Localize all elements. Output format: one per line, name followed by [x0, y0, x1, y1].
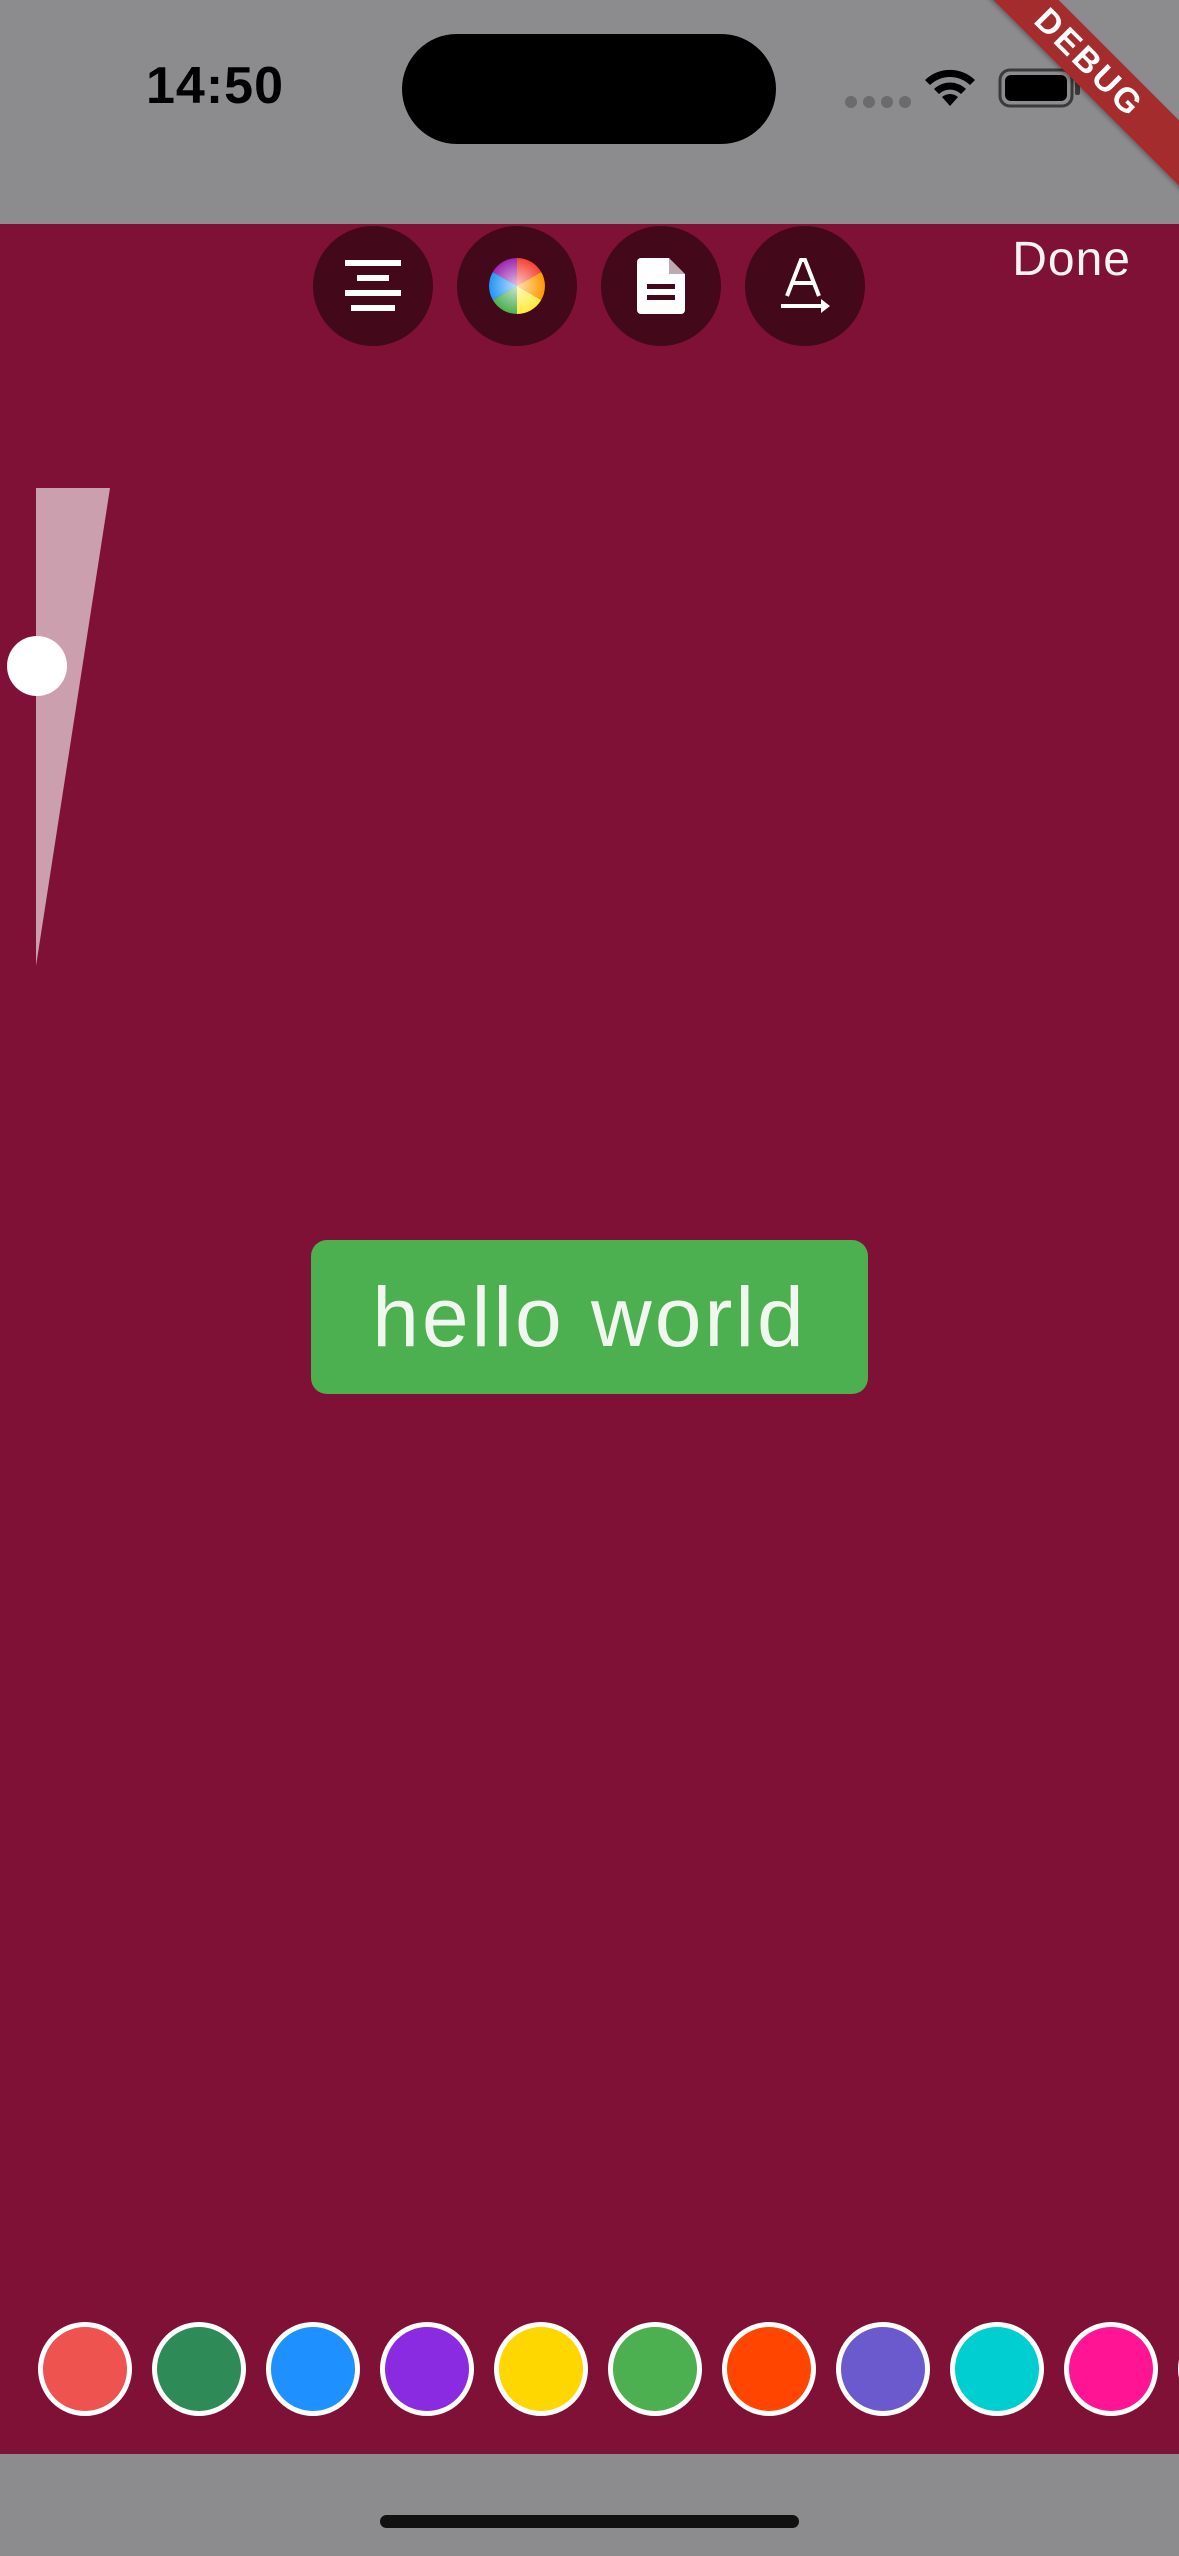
- cellular-signal-icon: [845, 96, 911, 108]
- color-swatch[interactable]: [836, 2322, 930, 2416]
- color-swatch[interactable]: [380, 2322, 474, 2416]
- font-size-slider[interactable]: [0, 488, 120, 1088]
- home-indicator[interactable]: [380, 2515, 799, 2528]
- color-palette: [0, 2318, 1179, 2418]
- color-swatch[interactable]: [152, 2322, 246, 2416]
- dynamic-island: [402, 34, 776, 144]
- status-bar: 14:50 DEBUG: [0, 0, 1179, 224]
- text-element[interactable]: hello world: [311, 1240, 868, 1394]
- text-align-button[interactable]: [313, 226, 433, 346]
- wifi-icon: [925, 69, 975, 106]
- font-size-slider-track: [36, 488, 110, 966]
- document-icon: [637, 258, 685, 314]
- status-time: 14:50: [146, 57, 284, 115]
- color-swatch[interactable]: [38, 2322, 132, 2416]
- align-center-icon: [345, 260, 401, 311]
- text-background-button[interactable]: [601, 226, 721, 346]
- color-swatch[interactable]: [1064, 2322, 1158, 2416]
- color-swatch[interactable]: [608, 2322, 702, 2416]
- color-swatch[interactable]: [950, 2322, 1044, 2416]
- color-wheel-icon: [489, 258, 545, 314]
- color-swatch[interactable]: [494, 2322, 588, 2416]
- screen: 14:50 DEBUG Done hello world: [0, 0, 1179, 2556]
- color-swatch[interactable]: [266, 2322, 360, 2416]
- done-button[interactable]: Done: [1012, 232, 1131, 287]
- text-direction-icon: [781, 258, 830, 313]
- text-direction-button[interactable]: [745, 226, 865, 346]
- color-picker-button[interactable]: [457, 226, 577, 346]
- color-swatch[interactable]: [722, 2322, 816, 2416]
- text-editor-canvas: Done hello world: [0, 224, 1179, 2454]
- font-size-slider-thumb[interactable]: [7, 636, 67, 697]
